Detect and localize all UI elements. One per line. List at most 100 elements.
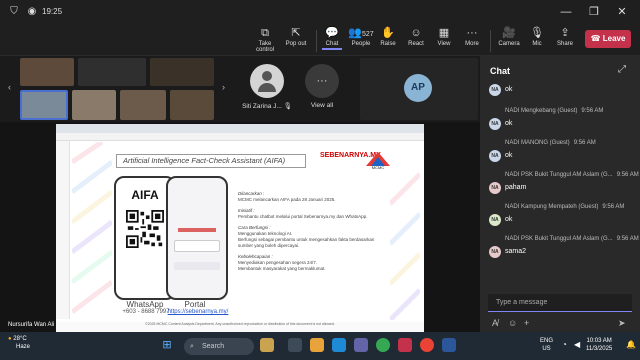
message-meta: NADI MANONG (Guest) 9:56 AM — [505, 140, 596, 146]
chat-icon: 💬 — [325, 27, 339, 39]
close-button[interactable]: ✕ — [610, 4, 634, 20]
video-tile-active[interactable] — [20, 90, 68, 120]
attach-icon[interactable]: + — [524, 318, 529, 328]
wifi-icon[interactable]: ◔ — [562, 341, 567, 349]
message-text: ok — [505, 120, 513, 127]
presenter-name: Nursurifa Wan Ali — [8, 322, 55, 328]
more-button[interactable]: ··· More — [460, 26, 484, 54]
message-input[interactable]: Type a message — [488, 294, 632, 312]
app-icon[interactable] — [420, 338, 434, 352]
toolbar-divider — [490, 30, 491, 52]
sender-avatar: NA — [489, 182, 501, 194]
file-explorer-icon[interactable] — [310, 338, 324, 352]
chrome-icon[interactable] — [376, 338, 390, 352]
sender-name: NADI PSK Bukit Tunggul AM Aslam (G... — [505, 172, 613, 178]
record-icon: ◉ — [27, 6, 37, 17]
message-text: paham — [505, 184, 527, 191]
slide-decoration — [72, 142, 112, 314]
chat-title: Chat — [490, 66, 510, 76]
meeting-toolbar: ⧉ Take control ⇱ Pop out 💬 Chat 👥527 Peo… — [0, 24, 640, 56]
people-button[interactable]: 👥527 People — [348, 26, 374, 54]
smiley-icon: ☺ — [410, 27, 422, 39]
expand-icon[interactable]: ⤢ — [618, 64, 626, 75]
shield-icon[interactable]: ⛉ — [8, 6, 20, 18]
acrobat-icon[interactable] — [398, 338, 412, 352]
start-button[interactable]: ⊞ — [160, 338, 174, 352]
leave-button[interactable]: ☎ Leave — [585, 30, 631, 48]
notification-icon[interactable]: 🔔 — [626, 341, 636, 349]
video-tile[interactable] — [72, 90, 116, 120]
video-tile[interactable] — [78, 58, 146, 86]
weather-widget[interactable]: ● 28°C Haze — [8, 335, 30, 351]
participant-siti[interactable]: Siti Zarina J... 🎙 — [240, 64, 294, 110]
word-icon[interactable] — [442, 338, 456, 352]
message-meta: NADI Kampung Mempateh (Guest) 9:56 AM — [505, 204, 624, 210]
more-icon: ··· — [305, 64, 339, 98]
pop-out-icon: ⇱ — [291, 27, 301, 39]
title-bar: ⛉ ◉ 19:25 — ❐ ✕ — [0, 0, 640, 24]
take-control-icon: ⧉ — [261, 27, 269, 39]
chat-message: NA NADI PSK Bukit Tunggul AM Aslam (G... 9… — [480, 172, 640, 200]
mic-off-icon: 🎙 — [530, 27, 544, 39]
share-button[interactable]: ⇪ Share — [554, 26, 576, 54]
sender-name: NADI Mengkebang (Guest) — [505, 108, 578, 114]
slide-footer: ©2025 MCMC Content Analysis Department. … — [56, 322, 424, 332]
maximize-button[interactable]: ❐ — [582, 4, 606, 20]
mic-button[interactable]: 🎙 Mic — [528, 26, 546, 54]
message-time: 9:56 AM — [616, 236, 639, 242]
camera-button[interactable]: 🎥 Camera — [496, 26, 522, 54]
sender-name: NADI PSK Bukit Tunggul AM Aslam (G... — [505, 236, 613, 242]
message-text: sama2 — [505, 248, 527, 255]
sender-name: NADI Kampung Mempateh (Guest) — [505, 204, 599, 210]
portal-phone-mockup — [166, 176, 228, 300]
sender-name: NADI MANONG (Guest) — [505, 140, 570, 146]
message-meta: NADI PSK Bukit Tunggul AM Aslam (G... 9:5… — [505, 236, 639, 242]
minimize-button[interactable]: — — [554, 4, 578, 20]
emoji-icon[interactable]: ☺ — [508, 318, 517, 328]
video-tile[interactable] — [150, 58, 214, 86]
chat-message: NA NADI Mengkebang (Guest) 9:56 AM ok — [480, 108, 640, 136]
participant-ap-tile[interactable]: AP — [360, 58, 478, 120]
message-text: ok — [505, 216, 513, 223]
chat-message: NA NADI PSK Bukit Tunggul AM Aslam (G... 9… — [480, 236, 640, 264]
taskbar-app-icon[interactable] — [260, 338, 274, 352]
slide-decoration-right — [390, 172, 420, 320]
participant-strip: ‹ › Siti Zarina J... 🎙 ··· View all AP — [0, 56, 480, 122]
edge-icon[interactable] — [332, 338, 346, 352]
message-time: 9:56 AM — [616, 172, 639, 178]
teams-icon[interactable] — [354, 338, 368, 352]
volume-icon[interactable]: ◀ — [574, 341, 580, 349]
strip-prev-icon[interactable]: ‹ — [8, 82, 11, 92]
format-icon[interactable]: A̸ — [492, 318, 498, 328]
video-tile[interactable] — [170, 90, 214, 120]
sender-avatar: NA — [489, 246, 501, 258]
input-language[interactable]: ENG US — [540, 337, 553, 353]
participant-avatar: AP — [404, 74, 432, 102]
chat-header: Chat ⤢ — [480, 56, 640, 84]
view-button[interactable]: ▦ View — [434, 26, 454, 54]
message-meta: NADI Mengkebang (Guest) 9:56 AM — [505, 108, 603, 114]
chat-button[interactable]: 💬 Chat — [322, 26, 342, 54]
pdf-tool-rail — [56, 141, 70, 319]
pop-out-button[interactable]: ⇱ Pop out — [284, 26, 308, 54]
sender-avatar: NA — [489, 84, 501, 96]
send-icon[interactable]: ➤ — [618, 318, 626, 329]
portal-link[interactable]: https://sebenarnya.my/ — [156, 309, 240, 315]
pdf-toolbar — [56, 133, 424, 141]
qr-code — [126, 210, 164, 248]
video-tile[interactable] — [20, 58, 74, 86]
view-all-label: View all — [310, 102, 334, 109]
mcmc-logo: MCMC — [366, 152, 390, 170]
take-control-button[interactable]: ⧉ Take control — [250, 26, 280, 54]
taskbar-search[interactable]: ⌕ Search — [184, 338, 254, 355]
raise-hand-button[interactable]: ✋ Raise — [378, 26, 398, 54]
react-button[interactable]: ☺ React — [405, 26, 427, 54]
view-all-button[interactable]: ··· View all — [300, 64, 344, 109]
message-time: 9:56 AM — [602, 204, 625, 210]
strip-next-icon[interactable]: › — [222, 82, 225, 92]
task-view-icon[interactable] — [288, 338, 302, 352]
video-tile[interactable] — [120, 90, 166, 120]
sender-avatar: NA — [489, 150, 501, 162]
chat-message: NA NADI MANONG (Guest) 9:56 AM ok — [480, 140, 640, 168]
clock[interactable]: 10:03 AM 11/3/2025 — [586, 337, 612, 353]
